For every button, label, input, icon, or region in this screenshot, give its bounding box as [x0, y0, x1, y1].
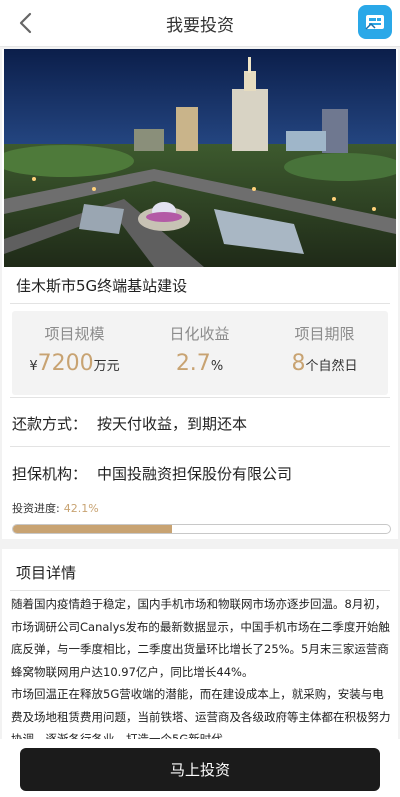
project-stats: 项目规模 ¥7200万元 日化收益 2.7% 项目期限 8个自然日	[12, 311, 388, 395]
app-badge-icon[interactable]	[358, 5, 392, 39]
repayment-value: 按天付收益，到期还本	[97, 415, 248, 433]
currency-symbol: ¥	[29, 359, 38, 374]
stat-unit: 个自然日	[305, 359, 358, 374]
page-title: 我要投资	[166, 15, 234, 36]
repayment-label: 还款方式：	[12, 415, 88, 433]
project-detail-card: 项目详情 随着国内疫情趋于稳定，国内手机市场和物联网市场亦逐步回温。8月初，市场…	[2, 549, 398, 739]
repayment-method: 还款方式： 按天付收益，到期还本	[12, 413, 247, 434]
stat-label: 项目规模	[44, 325, 105, 343]
divider	[10, 446, 390, 447]
detail-paragraph: 市场回温正在释放5G营收端的潜能，而在建设成本上，就采购，安装与电费及场地租赁费…	[11, 687, 391, 739]
stat-unit: %	[210, 359, 224, 374]
project-summary-card: 佳木斯市5G终端基站建设 项目规模 ¥7200万元 日化收益 2.7% 项目期限…	[2, 49, 398, 539]
guarantor: 担保机构： 中国投融资担保股份有限公司	[12, 463, 292, 484]
progress-fill	[13, 525, 172, 533]
detail-body: 随着国内疫情趋于稳定，国内手机市场和物联网市场亦逐步回温。8月初，市场调研公司C…	[11, 593, 391, 739]
back-button[interactable]	[14, 11, 36, 35]
stat-label: 项目期限	[294, 325, 355, 343]
detail-title: 项目详情	[16, 564, 77, 582]
guarantor-value: 中国投融资担保股份有限公司	[97, 465, 293, 483]
divider	[10, 303, 390, 304]
guarantor-label: 担保机构：	[12, 465, 88, 483]
stat-unit: 万元	[93, 359, 120, 374]
progress-label: 投资进度: 42.1%	[12, 500, 99, 516]
chevron-left-icon	[19, 12, 32, 34]
progress-bar	[12, 524, 391, 534]
progress-label-text: 投资进度:	[12, 502, 60, 515]
detail-paragraph: 随着国内疫情趋于稳定，国内手机市场和物联网市场亦逐步回温。8月初，市场调研公司C…	[11, 597, 390, 679]
invest-now-button[interactable]: 马上投资	[20, 748, 380, 791]
stat-label: 日化收益	[169, 325, 230, 343]
project-name: 佳木斯市5G终端基站建设	[16, 277, 188, 295]
divider	[10, 397, 390, 398]
progress-percent: 42.1%	[63, 502, 99, 515]
project-hero-image	[4, 49, 396, 267]
bottom-action-bar: 马上投资	[0, 739, 400, 797]
divider	[10, 590, 390, 591]
stat-number: 7200	[37, 351, 94, 376]
top-nav-bar: 我要投资	[0, 0, 400, 47]
stat-number: 8	[291, 351, 306, 376]
stat-number: 2.7	[175, 351, 211, 376]
